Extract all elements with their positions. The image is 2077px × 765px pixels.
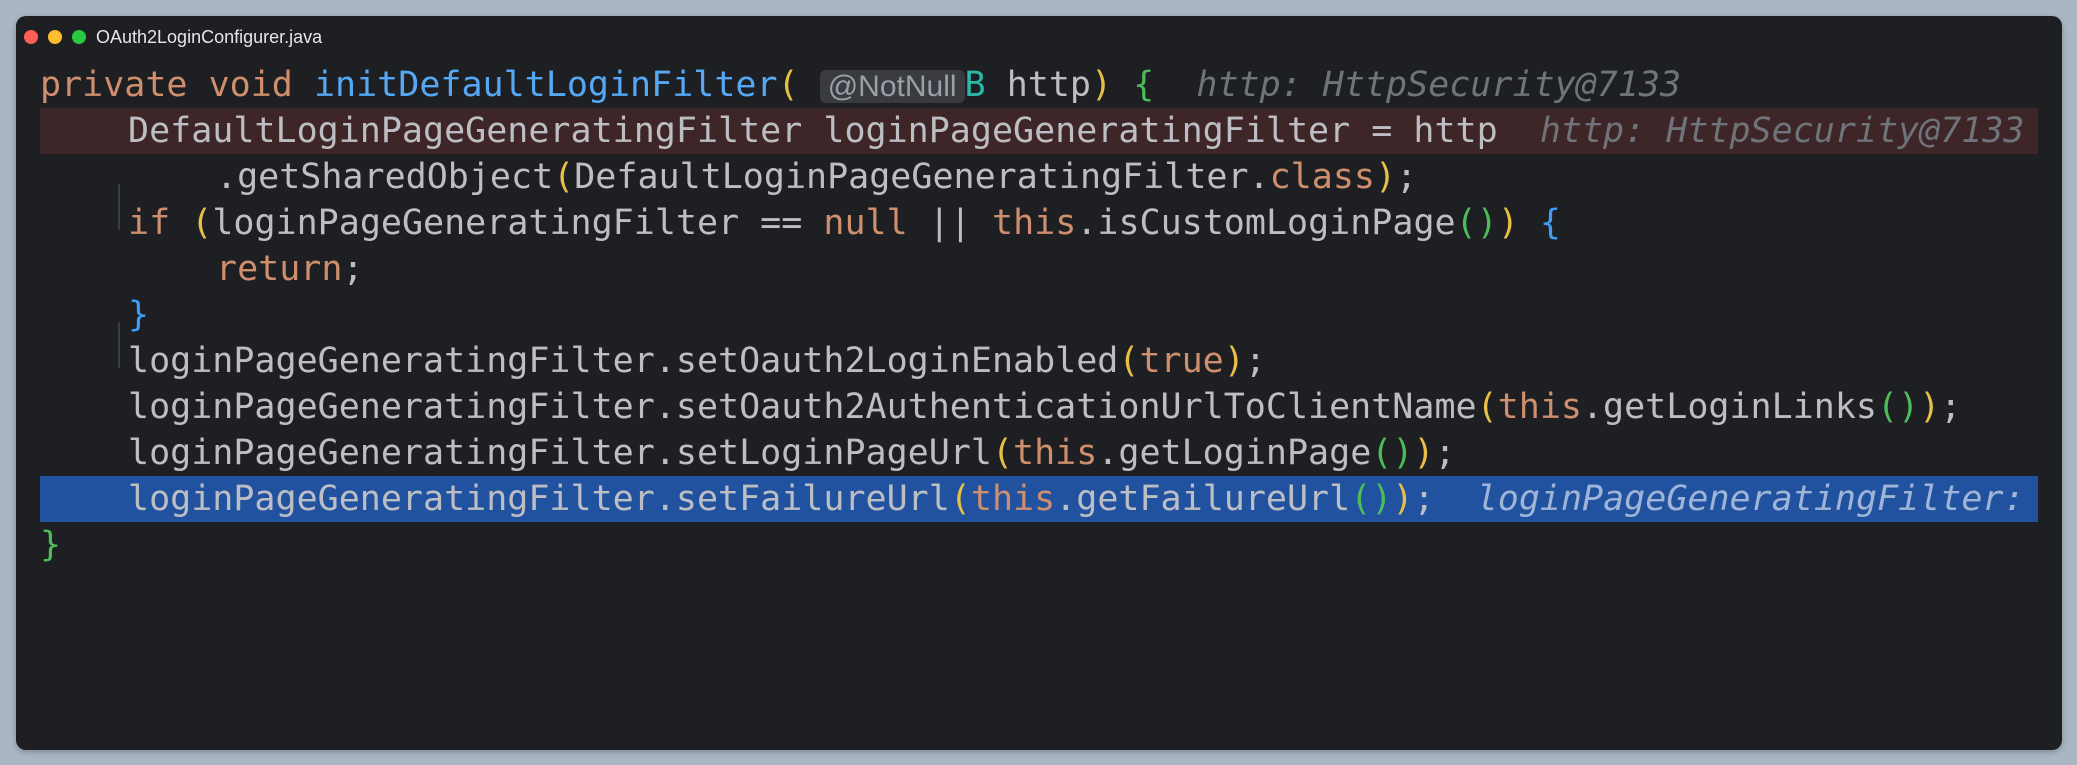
method-name: initDefaultLoginFilter (313, 65, 778, 105)
not-null-annotation: @NotNull (819, 70, 965, 103)
code-line-11[interactable]: } (40, 522, 2038, 568)
debug-inline-value: http: HttpSecurity@7133 (1539, 111, 2025, 151)
code-line-8[interactable]: loginPageGeneratingFilter.setOauth2Authe… (40, 384, 2038, 430)
code-line-6[interactable]: } (40, 292, 2038, 338)
code-line-1[interactable]: private void initDefaultLoginFilter( @No… (40, 62, 2038, 108)
code-line-5[interactable]: return; (40, 246, 2038, 292)
code-line-9[interactable]: loginPageGeneratingFilter.setLoginPageUr… (40, 430, 2038, 476)
code-line-2-error[interactable]: DefaultLoginPageGeneratingFilter loginPa… (40, 108, 2038, 154)
code-line-3[interactable]: .getSharedObject(DefaultLoginPageGenerat… (40, 154, 2038, 200)
debug-inline-value: loginPageGeneratingFilter: DefaultLoginP… (1476, 479, 2025, 519)
editor-window: OAuth2LoginConfigurer.java private void … (16, 16, 2062, 750)
debug-inline-value: http: HttpSecurity@7133 (1196, 65, 1682, 105)
code-line-4[interactable]: if (loginPageGeneratingFilter == null ||… (40, 200, 2038, 246)
code-line-7[interactable]: loginPageGeneratingFilter.setOauth2Login… (40, 338, 2038, 384)
code-line-10-current[interactable]: loginPageGeneratingFilter.setFailureUrl(… (40, 476, 2038, 522)
code-editor[interactable]: private void initDefaultLoginFilter( @No… (16, 16, 2062, 750)
